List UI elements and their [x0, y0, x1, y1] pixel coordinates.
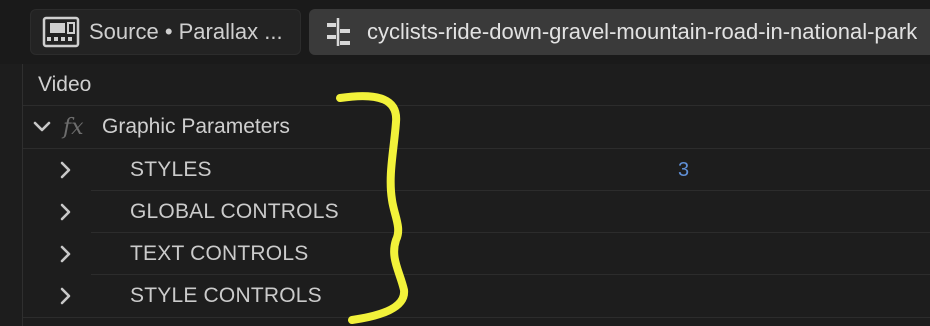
chevron-right-icon[interactable] — [55, 201, 77, 223]
section-label: Video — [38, 72, 92, 96]
chevron-down-icon[interactable] — [31, 116, 53, 138]
tab-source[interactable]: Source • Parallax ... — [30, 9, 301, 55]
tab-effect-controls-label: cyclists-ride-down-gravel-mountain-road-… — [367, 19, 918, 44]
group-value[interactable]: 3 — [678, 159, 689, 182]
group-label: STYLE CONTROLS — [130, 284, 322, 307]
film-icon — [41, 16, 81, 48]
effect-controls-window: Source • Parallax ... cyclists-ride-down… — [0, 0, 930, 326]
chevron-right-icon[interactable] — [55, 243, 77, 265]
tab-bar: Source • Parallax ... cyclists-ride-down… — [0, 0, 930, 64]
effect-controls-panel: Video fx Graphic Parameters STYLES 3 GLO… — [23, 64, 930, 326]
tab-effect-controls[interactable]: cyclists-ride-down-gravel-mountain-road-… — [309, 9, 930, 55]
section-header-video: Video — [23, 64, 930, 105]
group-label: TEXT CONTROLS — [130, 242, 309, 265]
effects-controls-icon — [323, 16, 353, 48]
tab-source-label: Source • Parallax ... — [89, 19, 283, 44]
chevron-right-icon[interactable] — [55, 159, 77, 181]
group-row-styles[interactable]: STYLES 3 — [23, 149, 930, 191]
effect-name: Graphic Parameters — [102, 115, 290, 138]
divider — [23, 317, 930, 318]
chevron-right-icon[interactable] — [55, 285, 77, 307]
group-label: GLOBAL CONTROLS — [130, 200, 339, 223]
fx-toggle-icon[interactable]: fx — [63, 115, 84, 140]
effect-row-graphic-parameters[interactable]: fx Graphic Parameters — [23, 106, 930, 148]
group-row-text-controls[interactable]: TEXT CONTROLS — [23, 233, 930, 275]
group-row-global-controls[interactable]: GLOBAL CONTROLS — [23, 191, 930, 233]
group-label: STYLES — [130, 158, 212, 181]
group-row-style-controls[interactable]: STYLE CONTROLS — [23, 275, 930, 317]
